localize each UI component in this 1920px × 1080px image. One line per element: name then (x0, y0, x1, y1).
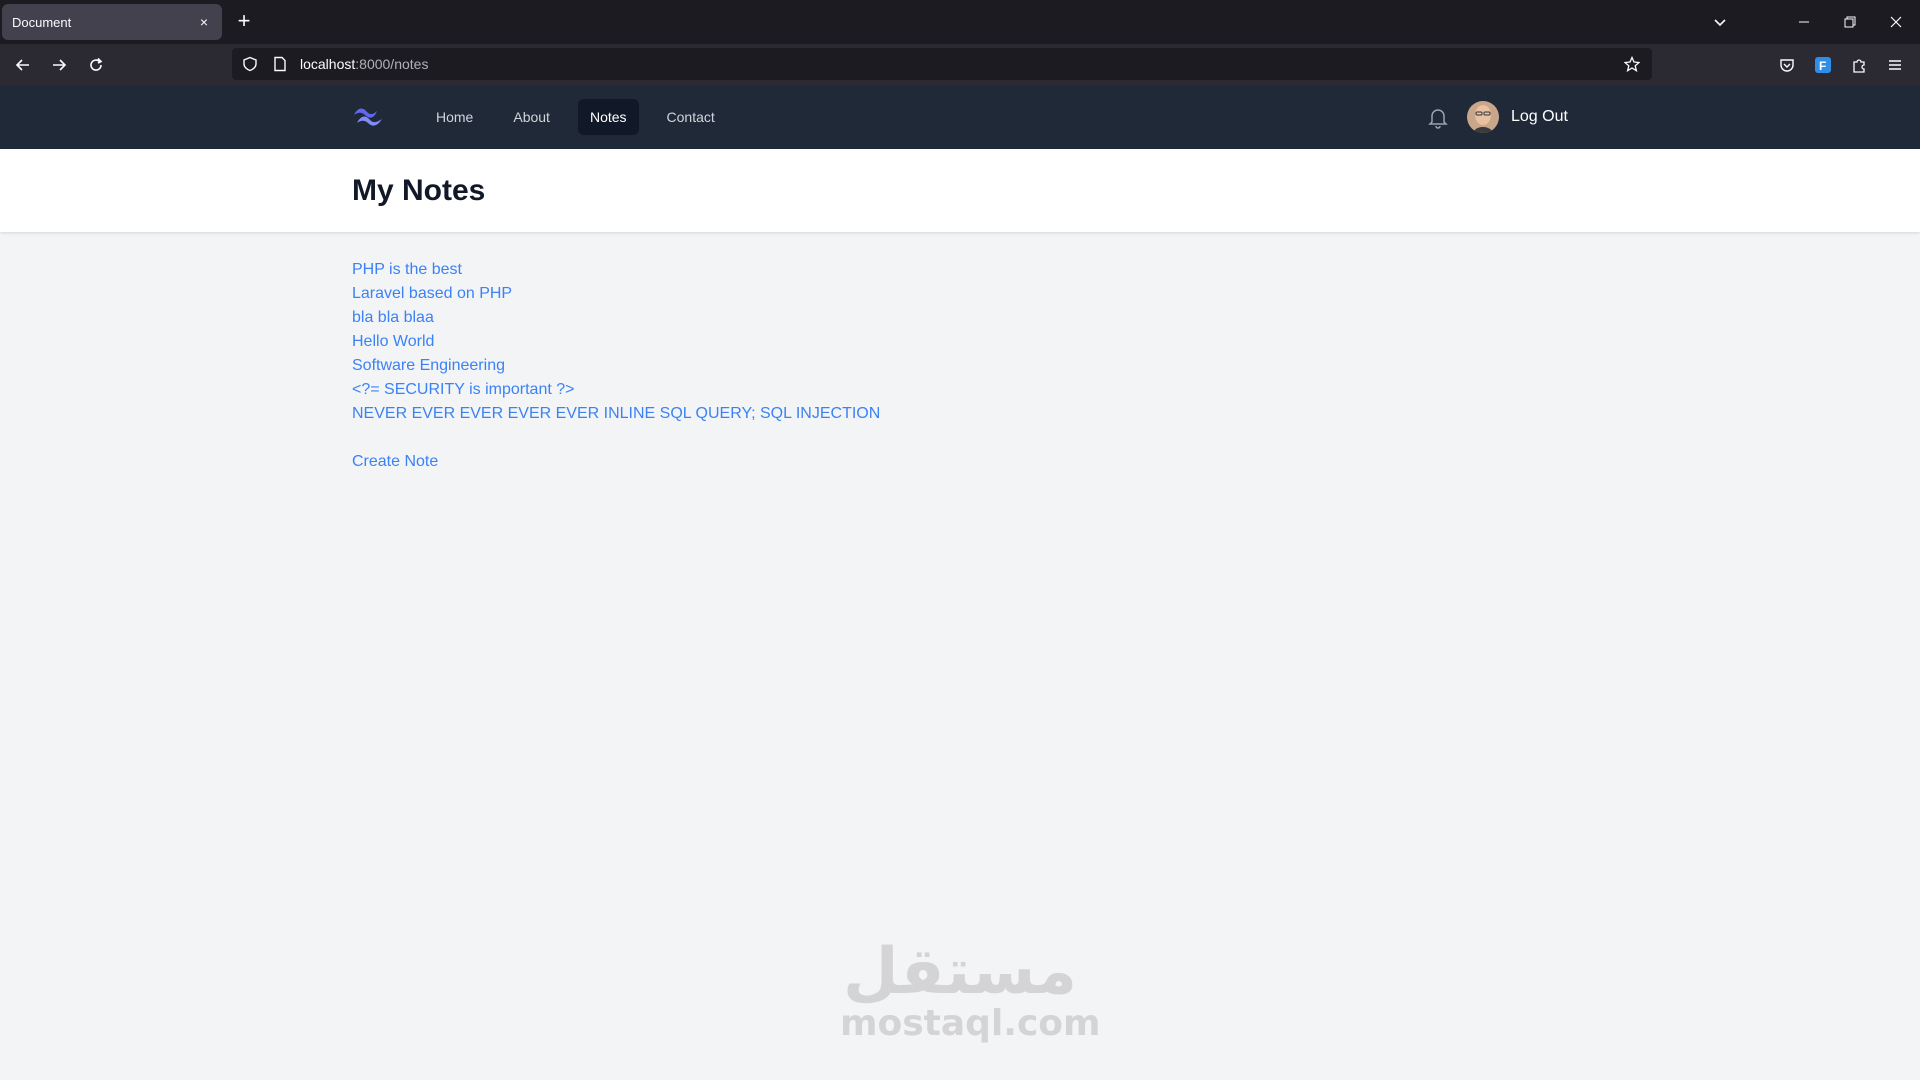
nav-link-contact[interactable]: Contact (655, 99, 727, 135)
shield-icon[interactable] (238, 52, 262, 76)
svg-text:F: F (1819, 59, 1826, 73)
create-note-link[interactable]: Create Note (352, 450, 438, 474)
watermark-latin: mostaql.com (840, 1003, 1101, 1044)
nav-links: Home About Notes Contact (424, 99, 727, 135)
minimize-icon[interactable] (1781, 0, 1827, 44)
pocket-icon[interactable] (1774, 52, 1800, 78)
menu-hamburger-icon[interactable] (1882, 52, 1908, 78)
nav-link-about[interactable]: About (501, 99, 562, 135)
browser-tab[interactable]: Document × (2, 4, 222, 40)
forward-arrow-icon[interactable] (46, 52, 72, 78)
tab-list-chevron-icon[interactable] (1708, 10, 1732, 34)
new-tab-button[interactable]: + (232, 10, 256, 34)
close-window-icon[interactable] (1873, 0, 1919, 44)
note-link[interactable]: Laravel based on PHP (352, 282, 880, 306)
note-link[interactable]: Hello World (352, 330, 880, 354)
browser-tab-bar: Document × + (0, 0, 1920, 44)
tailwind-logo-icon[interactable] (352, 103, 384, 131)
page-title: My Notes (352, 174, 486, 207)
bookmark-star-icon[interactable] (1620, 52, 1644, 76)
address-bar[interactable]: localhost:8000/notes (232, 48, 1652, 80)
nav-link-notes[interactable]: Notes (577, 99, 639, 135)
tab-close-icon[interactable]: × (196, 14, 212, 30)
browser-toolbar: localhost:8000/notes F (0, 44, 1920, 85)
url-host: localhost (300, 56, 356, 72)
notes-list: PHP is the best Laravel based on PHP bla… (352, 258, 880, 426)
note-link[interactable]: Software Engineering (352, 354, 880, 378)
note-link[interactable]: NEVER EVER EVER EVER EVER INLINE SQL QUE… (352, 402, 880, 426)
watermark-logo: مستقل mostaql.com (840, 935, 1101, 1044)
extension-f-icon[interactable]: F (1810, 52, 1836, 78)
note-link[interactable]: PHP is the best (352, 258, 880, 282)
avatar[interactable] (1467, 101, 1499, 133)
bell-icon[interactable] (1426, 105, 1450, 129)
reload-icon[interactable] (83, 52, 109, 78)
url-text[interactable]: localhost:8000/notes (300, 56, 428, 72)
site-navbar: Home About Notes Contact Log Out (0, 85, 1920, 149)
page-header: My Notes (0, 149, 1920, 232)
back-arrow-icon[interactable] (10, 52, 36, 78)
page-icon[interactable] (268, 52, 292, 76)
restore-icon[interactable] (1827, 0, 1873, 44)
logout-link[interactable]: Log Out (1511, 105, 1568, 129)
url-path: :8000/notes (355, 56, 429, 72)
nav-link-home[interactable]: Home (424, 99, 485, 135)
tab-title: Document (12, 14, 72, 30)
note-link[interactable]: <?= SECURITY is important ?> (352, 378, 880, 402)
watermark-arabic: مستقل (842, 935, 1078, 1009)
note-link[interactable]: bla bla blaa (352, 306, 880, 330)
extensions-puzzle-icon[interactable] (1846, 52, 1872, 78)
